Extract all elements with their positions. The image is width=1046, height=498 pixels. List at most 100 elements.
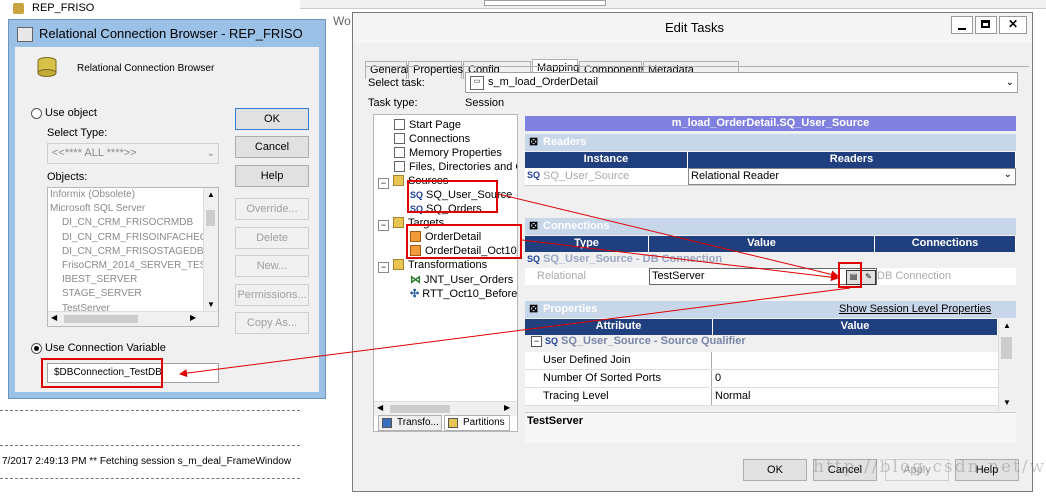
files-icon (394, 161, 405, 172)
ok-button[interactable]: OK (235, 108, 309, 130)
col-connections: Connections (875, 236, 1016, 252)
collapse-icon[interactable]: − (531, 336, 542, 347)
connection-row[interactable]: Relational TestServer ▤ ✎ DB Connection (525, 268, 1016, 285)
session-level-link[interactable]: Show Session Level Properties (839, 301, 991, 318)
copy-as-button[interactable]: Copy As... (235, 312, 309, 334)
connection-icon (394, 133, 405, 144)
col-property-value: Value (713, 319, 998, 335)
select-type-label: Select Type: (47, 127, 108, 139)
scroll-up-icon[interactable]: ▲ (207, 190, 215, 199)
tree-transform-item[interactable]: ✣RTT_Oct10_BeforeAn (410, 287, 517, 300)
sq-icon: SQ (527, 170, 541, 180)
reader-instance: SQ_User_Source (543, 170, 630, 182)
scroll-down-icon[interactable]: ▼ (207, 300, 215, 309)
readers-row[interactable]: SQ SQ_User_Source Relational Reader ⌄ (525, 168, 1016, 186)
scroll-thumb[interactable] (206, 210, 215, 226)
objects-label: Objects: (47, 171, 88, 183)
dialog-app-icon (17, 27, 33, 42)
property-row[interactable]: Number Of Sorted Ports 0 (525, 370, 998, 388)
sq-icon: SQ (527, 254, 541, 264)
select-type-value: <<**** ALL ****>> (52, 147, 137, 159)
scroll-up-icon[interactable]: ▲ (1003, 321, 1011, 330)
column-divider (711, 370, 712, 387)
highlight-targets (406, 224, 522, 259)
partition-icon (448, 418, 458, 428)
joiner-icon: ⋈ (410, 274, 421, 286)
reader-type-dropdown[interactable]: Relational Reader ⌄ (688, 168, 1016, 185)
properties-section[interactable]: ⊠ Properties Show Session Level Propertie… (525, 301, 1016, 318)
chevron-down-icon: ⌄ (1005, 77, 1014, 88)
highlight-browse (838, 262, 862, 288)
bottom-tab-transformations[interactable]: Transfo... (378, 415, 442, 431)
tree-hscrollbar[interactable]: ◀ ▶ (374, 401, 517, 416)
permissions-button[interactable]: Permissions... (235, 284, 309, 306)
objects-list-item[interactable]: DI_CN_CRM_FRISOCRMDB (62, 217, 193, 228)
connections-section-label: Connections (543, 220, 610, 232)
properties-group[interactable]: − SQ SQ_User_Source - Source Qualifier (525, 335, 998, 351)
property-attribute: Tracing Level (543, 390, 609, 402)
tree-files[interactable]: Files, Directories and Com (394, 161, 517, 173)
objects-list-item[interactable]: STAGE_SERVER (62, 288, 142, 299)
delete-button[interactable]: Delete (235, 227, 309, 249)
scroll-thumb[interactable] (1001, 337, 1012, 359)
edit-connection-button[interactable]: ✎ (861, 270, 876, 285)
tree-transformations[interactable]: − Transformations (378, 259, 487, 273)
objects-list-item[interactable]: DI_CN_CRM_FRISOINFACHECKD (62, 232, 218, 243)
objects-list-item[interactable]: IBEST_SERVER (62, 274, 137, 285)
objects-list[interactable]: Informix (Obsolete) Microsoft SQL Server D… (47, 187, 219, 327)
help-button[interactable]: Help (235, 165, 309, 187)
property-row[interactable]: Tracing Level Normal (525, 388, 998, 406)
cancel-button[interactable]: Cancel (235, 136, 309, 158)
objects-list-item[interactable]: DI_CN_CRM_FRISOSTAGEDB (62, 246, 204, 257)
bottom-tab-label: Partitions (463, 417, 505, 428)
tree-connections[interactable]: Connections (394, 133, 470, 145)
folder-icon (393, 259, 404, 270)
scroll-left-icon[interactable]: ◀ (377, 403, 383, 412)
scroll-down-icon[interactable]: ▼ (1003, 398, 1011, 407)
use-connection-variable-radio[interactable] (31, 343, 42, 354)
readers-section[interactable]: ⊠ Readers (525, 134, 1016, 151)
col-instance: Instance (525, 152, 688, 168)
properties-vscrollbar[interactable]: ▲ ▼ (998, 319, 1015, 411)
tree-memory[interactable]: Memory Properties (394, 147, 502, 159)
description-box: TestServer (525, 412, 1016, 443)
collapse-icon[interactable]: − (378, 262, 389, 273)
ok-button[interactable]: OK (743, 459, 807, 481)
scroll-right-icon[interactable]: ▶ (504, 403, 510, 412)
objects-list-item[interactable]: Informix (Obsolete) (50, 189, 135, 200)
bottom-tab-partitions[interactable]: Partitions (444, 415, 510, 431)
objects-vscrollbar[interactable]: ▲ ▼ (203, 188, 218, 312)
tree-transform-item[interactable]: ⋈ JNT_User_Orders (410, 273, 513, 286)
objects-hscrollbar[interactable]: ◀ ▶ (48, 311, 218, 326)
new-button[interactable]: New... (235, 255, 309, 277)
close-button[interactable]: ✕ (999, 16, 1027, 34)
navigator-tree[interactable]: Start Page Connections Memory Properties… (373, 114, 518, 432)
watermark: http://blog.csdn.net/water_0815 (813, 457, 1046, 477)
collapse-icon[interactable]: − (378, 178, 389, 189)
tree-label: Transformations (408, 259, 488, 271)
select-task-label: Select task: (368, 77, 425, 89)
select-task-dropdown[interactable]: ▭ s_m_load_OrderDetail ⌄ (465, 72, 1018, 93)
objects-list-item[interactable]: FrisoCRM_2014_SERVER_TEST (62, 260, 212, 271)
objects-list-item[interactable]: Microsoft SQL Server (50, 203, 145, 214)
background-toolbar-strip (300, 0, 1046, 9)
minimize-button[interactable] (951, 16, 973, 34)
select-type-dropdown[interactable]: <<**** ALL ****>> ⌄ (47, 143, 219, 164)
repository-label: REP_FRISO (32, 2, 95, 14)
dialog-header-label: Relational Connection Browser (77, 63, 215, 74)
connections-section[interactable]: ⊠ Connections (525, 218, 1016, 235)
property-row[interactable]: User Defined Join (525, 352, 998, 370)
transformation-icon (382, 418, 392, 428)
tree-start-page[interactable]: Start Page (394, 119, 461, 131)
use-object-radio[interactable] (31, 108, 42, 119)
scroll-left-icon[interactable]: ◀ (51, 313, 57, 322)
scroll-right-icon[interactable]: ▶ (190, 313, 196, 322)
task-type-value: Session (465, 97, 505, 109)
scroll-hthumb[interactable] (390, 405, 450, 413)
close-icon: ✕ (1007, 17, 1019, 31)
scroll-hthumb[interactable] (64, 315, 138, 323)
select-task-value: s_m_load_OrderDetail (488, 76, 599, 88)
collapse-icon[interactable]: − (378, 220, 389, 231)
override-button[interactable]: Override... (235, 198, 309, 220)
maximize-button[interactable] (975, 16, 997, 34)
